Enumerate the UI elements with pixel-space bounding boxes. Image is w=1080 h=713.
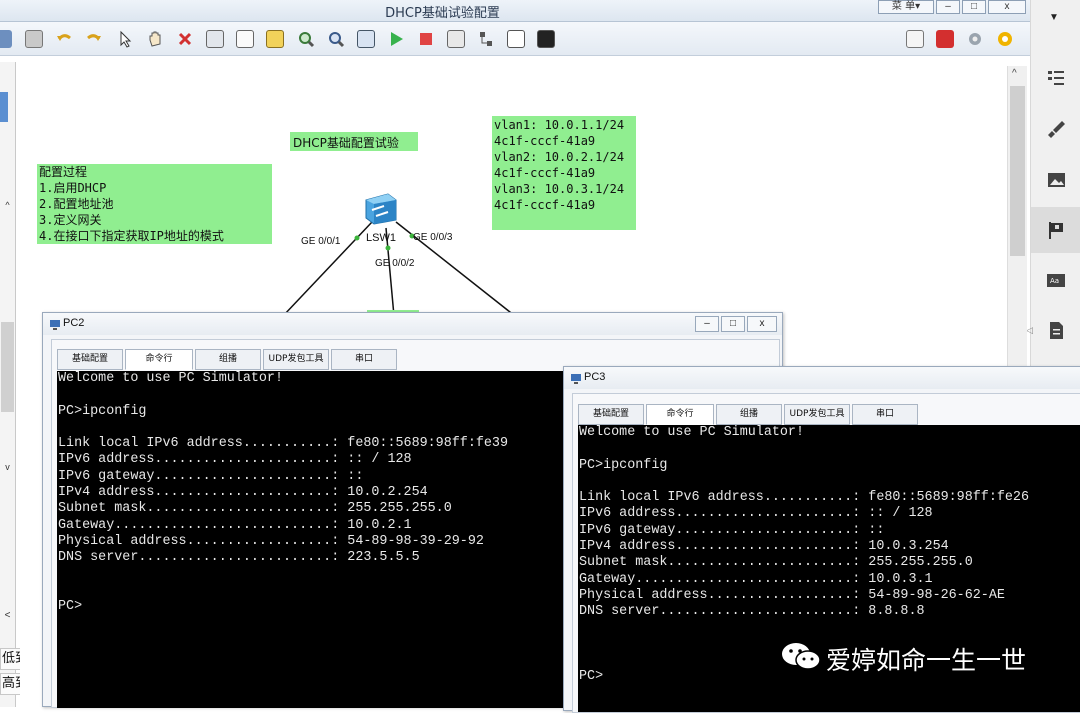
chat-icon[interactable]: [906, 30, 924, 48]
toolbar: [0, 22, 1030, 56]
canvas-scroll-thumb[interactable]: [1010, 86, 1025, 256]
vlan-note[interactable]: vlan1: 10.0.1.1/24 4c1f-cccf-41a9 vlan2:…: [492, 116, 636, 230]
config-steps-note[interactable]: 配置过程 1.启用DHCP 2.配置地址池 3.定义网关 4.在接口下指定获取I…: [37, 164, 272, 244]
tab-serial[interactable]: 串口: [852, 404, 918, 425]
clear-icon[interactable]: [206, 30, 224, 48]
undo-icon[interactable]: [55, 30, 73, 48]
steps-line: 配置过程: [39, 165, 88, 179]
pc3-title: PC3: [584, 371, 606, 383]
list-icon[interactable]: [1045, 68, 1067, 88]
delete-icon[interactable]: [176, 30, 194, 48]
settings-icon[interactable]: [966, 30, 984, 48]
steps-line: 3.定义网关: [39, 213, 102, 227]
maximize-button[interactable]: □: [962, 0, 986, 14]
pc2-tabs: 基础配置 命令行 组播 UDP发包工具 串口: [57, 349, 457, 371]
vlan-line: vlan2: 10.0.2.1/24: [494, 150, 625, 164]
steps-line: 2.配置地址池: [39, 197, 114, 211]
device-panel: ^ v <: [0, 62, 16, 707]
hand-icon[interactable]: [146, 30, 164, 48]
select-icon[interactable]: [116, 30, 134, 48]
vlan-line: vlan1: 10.0.1.1/24: [494, 118, 625, 132]
console-icon[interactable]: [537, 30, 555, 48]
tab-udp-tool[interactable]: UDP发包工具: [263, 349, 329, 370]
document-icon[interactable]: [1045, 320, 1067, 340]
grid-icon[interactable]: [507, 30, 525, 48]
vlan-line: 4c1f-cccf-41a9: [494, 134, 596, 148]
vlan-line: 4c1f-cccf-41a9: [494, 166, 596, 180]
scroll-up-arrow[interactable]: ^: [0, 200, 15, 214]
scroll-down-arrow[interactable]: v: [0, 462, 15, 476]
pc2-terminal[interactable]: Welcome to use PC Simulator! PC>ipconfig…: [57, 371, 564, 708]
text-style-icon[interactable]: Aa: [1045, 271, 1067, 291]
collapse-handle[interactable]: ◁: [1026, 325, 1033, 336]
brush-icon[interactable]: [1045, 119, 1067, 139]
vlan-line: vlan3: 10.0.3.1/24: [494, 182, 625, 196]
print-icon[interactable]: [25, 30, 43, 48]
chevron-down-icon[interactable]: ▼: [1049, 12, 1059, 23]
tab-basic-config[interactable]: 基础配置: [578, 404, 644, 425]
zoom-out-icon[interactable]: [327, 30, 345, 48]
stop-icon[interactable]: [417, 30, 435, 48]
tab-multicast[interactable]: 组播: [716, 404, 782, 425]
pc2-title-bar[interactable]: PC2 – □ x: [43, 313, 782, 335]
switch-label: LSW1: [366, 232, 396, 244]
title-bar: DHCP基础试验配置 菜 单▾ – □ x: [0, 0, 1030, 22]
close-button[interactable]: x: [988, 0, 1026, 14]
redo-icon[interactable]: [85, 30, 103, 48]
minimize-button[interactable]: –: [936, 0, 960, 14]
save-icon[interactable]: [0, 30, 12, 48]
topology-title-note[interactable]: DHCP基础配置试验: [290, 132, 418, 151]
flag-icon[interactable]: [1045, 220, 1067, 240]
steps-line: 4.在接口下指定获取IP地址的模式: [39, 229, 224, 243]
port-label-ge-0-0-1: GE 0/0/1: [301, 236, 341, 247]
pc3-tabs: 基础配置 命令行 组播 UDP发包工具 串口: [578, 404, 978, 426]
scroll-thumb[interactable]: [1, 322, 14, 412]
menu-button[interactable]: 菜 单▾: [878, 0, 934, 14]
rectangle-icon[interactable]: [266, 30, 284, 48]
pc3-title-bar[interactable]: PC3: [564, 367, 1080, 389]
window-title: DHCP基础试验配置: [385, 6, 500, 21]
zoom-in-icon[interactable]: [297, 30, 315, 48]
canvas-scrollbar[interactable]: ^: [1007, 66, 1027, 366]
tab-basic-config[interactable]: 基础配置: [57, 349, 123, 370]
help-icon[interactable]: [996, 30, 1014, 48]
watermark: 爱婷如命一生一世: [780, 640, 1026, 678]
panel-collapse-icon[interactable]: [0, 92, 8, 122]
steps-line: 1.启用DHCP: [39, 181, 107, 195]
fit-icon[interactable]: [357, 30, 375, 48]
port-label-ge-0-0-3: GE 0/0/3: [413, 232, 453, 243]
svg-text:Aa: Aa: [1050, 277, 1059, 285]
watermark-text: 爱婷如命一生一世: [826, 646, 1027, 675]
capture-icon[interactable]: [447, 30, 465, 48]
pc-icon: [570, 372, 582, 384]
port-label-ge-0-0-2: GE 0/0/2: [375, 258, 415, 269]
topology-icon[interactable]: [477, 30, 495, 48]
pc-icon: [49, 318, 61, 330]
tab-multicast[interactable]: 组播: [195, 349, 261, 370]
text-icon[interactable]: [236, 30, 254, 48]
tab-serial[interactable]: 串口: [331, 349, 397, 370]
start-icon[interactable]: [387, 30, 405, 48]
image-icon[interactable]: [1045, 170, 1067, 190]
pc2-minimize-button[interactable]: –: [695, 316, 719, 332]
pc2-close-button[interactable]: x: [747, 316, 777, 332]
tab-command-line[interactable]: 命令行: [646, 404, 714, 425]
pc2-title: PC2: [63, 317, 85, 329]
tab-udp-tool[interactable]: UDP发包工具: [784, 404, 850, 425]
pc2-maximize-button[interactable]: □: [721, 316, 745, 332]
vlan-line: 4c1f-cccf-41a9: [494, 198, 596, 212]
huawei-icon[interactable]: [936, 30, 954, 48]
switch-icon[interactable]: [362, 192, 400, 226]
wechat-icon: [780, 640, 822, 678]
scroll-left-arrow[interactable]: <: [0, 610, 15, 624]
tab-command-line[interactable]: 命令行: [125, 349, 193, 370]
